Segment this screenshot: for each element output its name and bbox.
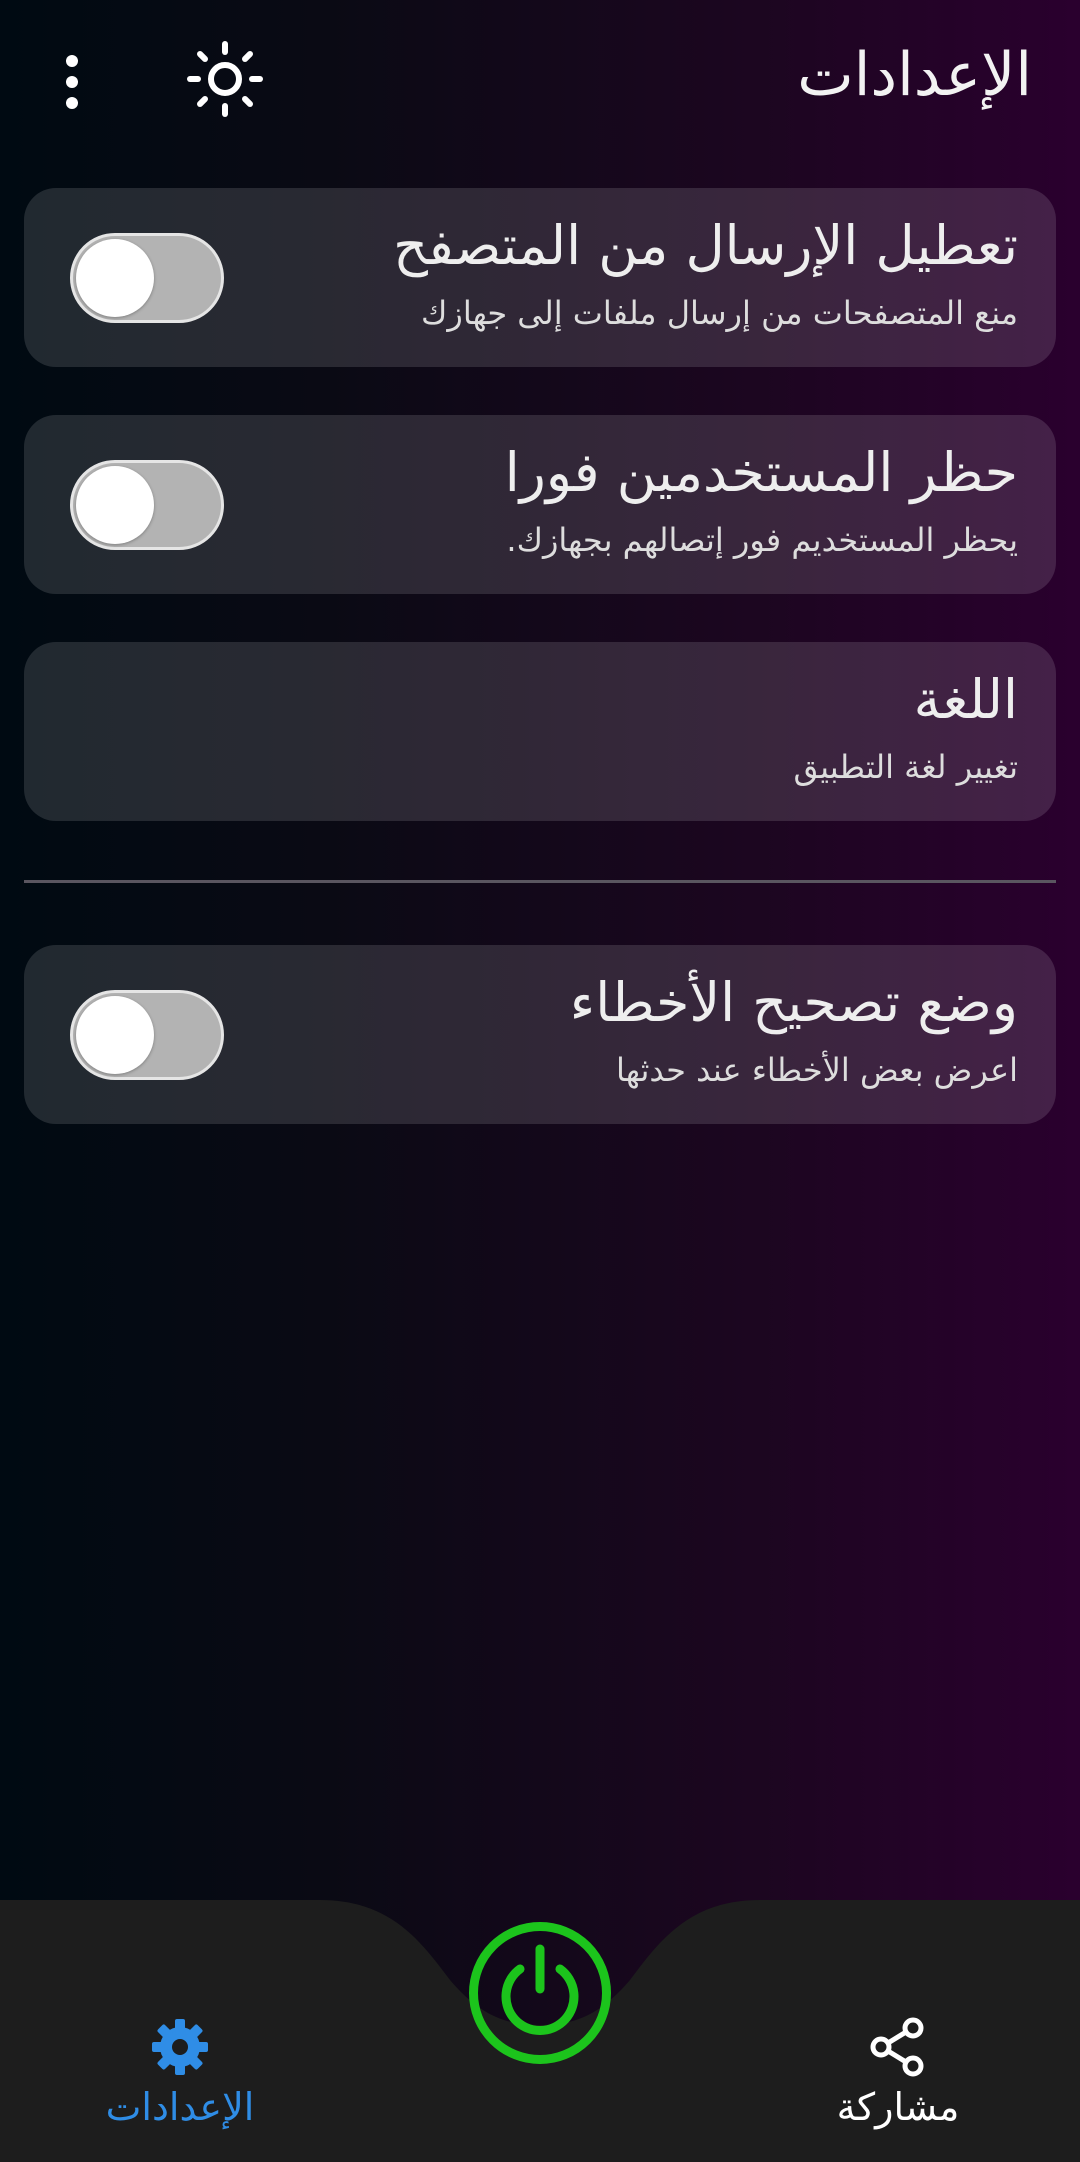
divider xyxy=(24,880,1056,883)
share-icon xyxy=(870,2017,924,2077)
setting-language[interactable]: اللغة تغيير لغة التطبيق xyxy=(24,642,1056,821)
setting-title: اللغة xyxy=(913,668,1018,731)
brightness-icon[interactable] xyxy=(186,40,264,118)
power-icon xyxy=(501,1944,579,2035)
nav-settings-label: الإعدادات xyxy=(105,2085,255,2129)
setting-debug-mode[interactable]: وضع تصحيح الأخطاء اعرض بعض الأخطاء عند ح… xyxy=(24,945,1056,1124)
setting-subtitle: تغيير لغة التطبيق xyxy=(793,748,1018,786)
more-options-icon[interactable] xyxy=(62,55,82,109)
debug-mode-toggle[interactable] xyxy=(70,990,224,1080)
nav-share[interactable]: مشاركة xyxy=(818,2015,978,2129)
setting-block-users[interactable]: حظر المستخدمين فورا يحظر المستخديم فور إ… xyxy=(24,415,1056,594)
block-users-toggle[interactable] xyxy=(70,460,224,550)
nav-settings[interactable]: الإعدادات xyxy=(100,2015,260,2129)
top-app-bar: الإعدادات xyxy=(0,0,1080,160)
disable-browser-send-toggle[interactable] xyxy=(70,233,224,323)
nav-share-label: مشاركة xyxy=(836,2085,960,2129)
toggle-knob xyxy=(76,239,154,317)
setting-title: تعطيل الإرسال من المتصفح xyxy=(393,214,1018,277)
power-button[interactable] xyxy=(469,1922,611,2064)
setting-disable-browser-send[interactable]: تعطيل الإرسال من المتصفح منع المتصفحات م… xyxy=(24,188,1056,367)
setting-subtitle: منع المتصفحات من إرسال ملفات إلى جهازك xyxy=(421,294,1018,332)
toggle-knob xyxy=(76,996,154,1074)
setting-title: حظر المستخدمين فورا xyxy=(504,441,1018,504)
setting-title: وضع تصحيح الأخطاء xyxy=(569,971,1018,1034)
page-title: الإعدادات xyxy=(797,40,1032,110)
setting-subtitle: اعرض بعض الأخطاء عند حدثها xyxy=(615,1051,1018,1089)
toggle-knob xyxy=(76,466,154,544)
setting-subtitle: يحظر المستخديم فور إتصالهم بجهازك. xyxy=(506,521,1018,559)
settings-gear-icon xyxy=(152,2019,208,2075)
